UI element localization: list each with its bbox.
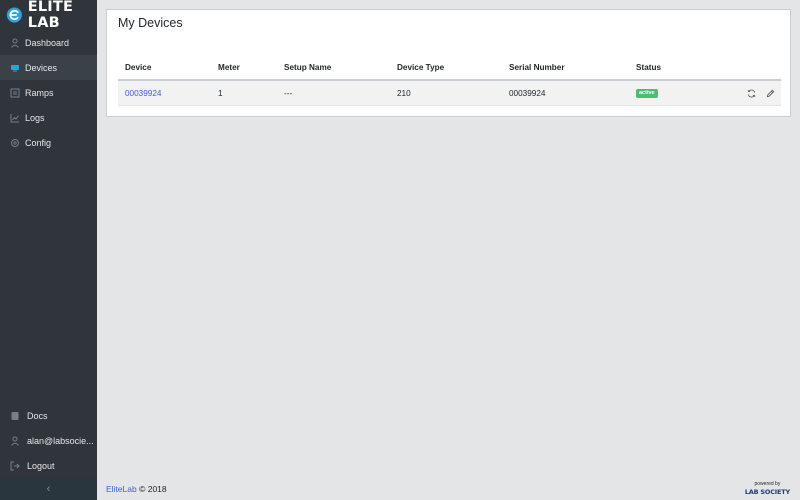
column-header-meter[interactable]: Meter	[218, 54, 240, 79]
device-link[interactable]: 00039924	[125, 81, 161, 105]
column-header-status[interactable]: Status	[636, 54, 661, 79]
column-header-device-type[interactable]: Device Type	[397, 54, 444, 79]
speedometer-icon	[10, 38, 20, 48]
sidebar-item-logs[interactable]: Logs	[0, 105, 97, 130]
elite-lab-logo-icon	[6, 7, 22, 23]
table-row: 00039924 1 --- 210 00039924 active	[118, 81, 781, 106]
devices-icon	[10, 63, 20, 73]
gear-icon	[10, 138, 20, 148]
sidebar-item-label: Config	[25, 137, 52, 148]
footer-copyright: EliteLab © 2018	[106, 484, 167, 494]
sidebar-item-user[interactable]: alan@labsocie...	[0, 428, 97, 453]
status-badge: active	[636, 88, 658, 98]
sidebar-item-docs[interactable]: Docs	[0, 403, 97, 428]
lab-society-logo: LAB SOCIETY	[744, 488, 790, 496]
sidebar-item-label: Docs	[27, 410, 48, 421]
powered-by-label: powered by	[754, 481, 781, 487]
device-type-cell: 210	[397, 88, 411, 98]
edit-pencil-icon[interactable]	[766, 89, 775, 98]
logout-icon	[10, 461, 20, 471]
chart-icon	[10, 113, 20, 123]
setup-name-cell: ---	[284, 88, 293, 98]
footer-powered-by[interactable]: powered by LAB SOCIETY	[745, 481, 790, 496]
brand[interactable]: ELITE LAB	[0, 0, 97, 31]
sidebar-nav: Dashboard Devices Ramps Logs Config	[0, 30, 97, 155]
sidebar-item-label: Logs	[25, 112, 45, 123]
sidebar-item-label: Dashboard	[25, 37, 70, 48]
column-header-setup-name[interactable]: Setup Name	[284, 54, 331, 79]
table-header: Device Meter Setup Name Device Type Seri…	[118, 54, 781, 81]
refresh-icon[interactable]	[747, 89, 756, 98]
brand-name: ELITE LAB	[27, 0, 74, 31]
chevron-left-icon: ‹	[46, 483, 51, 495]
sidebar-item-label: Ramps	[25, 87, 54, 98]
sidebar-item-dashboard[interactable]: Dashboard	[0, 30, 97, 55]
meter-cell: 1	[218, 88, 223, 98]
sidebar-item-ramps[interactable]: Ramps	[0, 80, 97, 105]
sidebar-item-label: Logout	[27, 460, 55, 471]
column-header-device[interactable]: Device	[125, 54, 151, 79]
sidebar-item-logout[interactable]: Logout	[0, 453, 97, 478]
devices-card: My Devices Device Meter Setup Name Devic…	[106, 9, 791, 117]
sidebar-item-label: Devices	[25, 62, 58, 73]
row-actions	[747, 81, 775, 105]
docs-icon	[10, 411, 20, 421]
page-title: My Devices	[118, 16, 183, 30]
sidebar-item-label: alan@labsocie...	[27, 435, 94, 446]
sidebar-minimizer-button[interactable]: ‹	[0, 478, 97, 500]
sidebar: ELITE LAB Dashboard Devices Ramps Logs C…	[0, 0, 97, 500]
copyright-text: © 2018	[139, 484, 167, 494]
column-header-serial-number[interactable]: Serial Number	[509, 54, 565, 79]
user-icon	[10, 436, 20, 446]
devices-table: Device Meter Setup Name Device Type Seri…	[118, 54, 781, 106]
footer-brand-link[interactable]: EliteLab	[106, 484, 137, 494]
serial-number-cell: 00039924	[509, 88, 546, 98]
sidebar-bottom-nav: Docs alan@labsocie... Logout	[0, 403, 97, 478]
sidebar-item-config[interactable]: Config	[0, 130, 97, 155]
list-icon	[10, 88, 20, 98]
sidebar-item-devices[interactable]: Devices	[0, 55, 97, 80]
status-cell: active	[636, 81, 658, 105]
